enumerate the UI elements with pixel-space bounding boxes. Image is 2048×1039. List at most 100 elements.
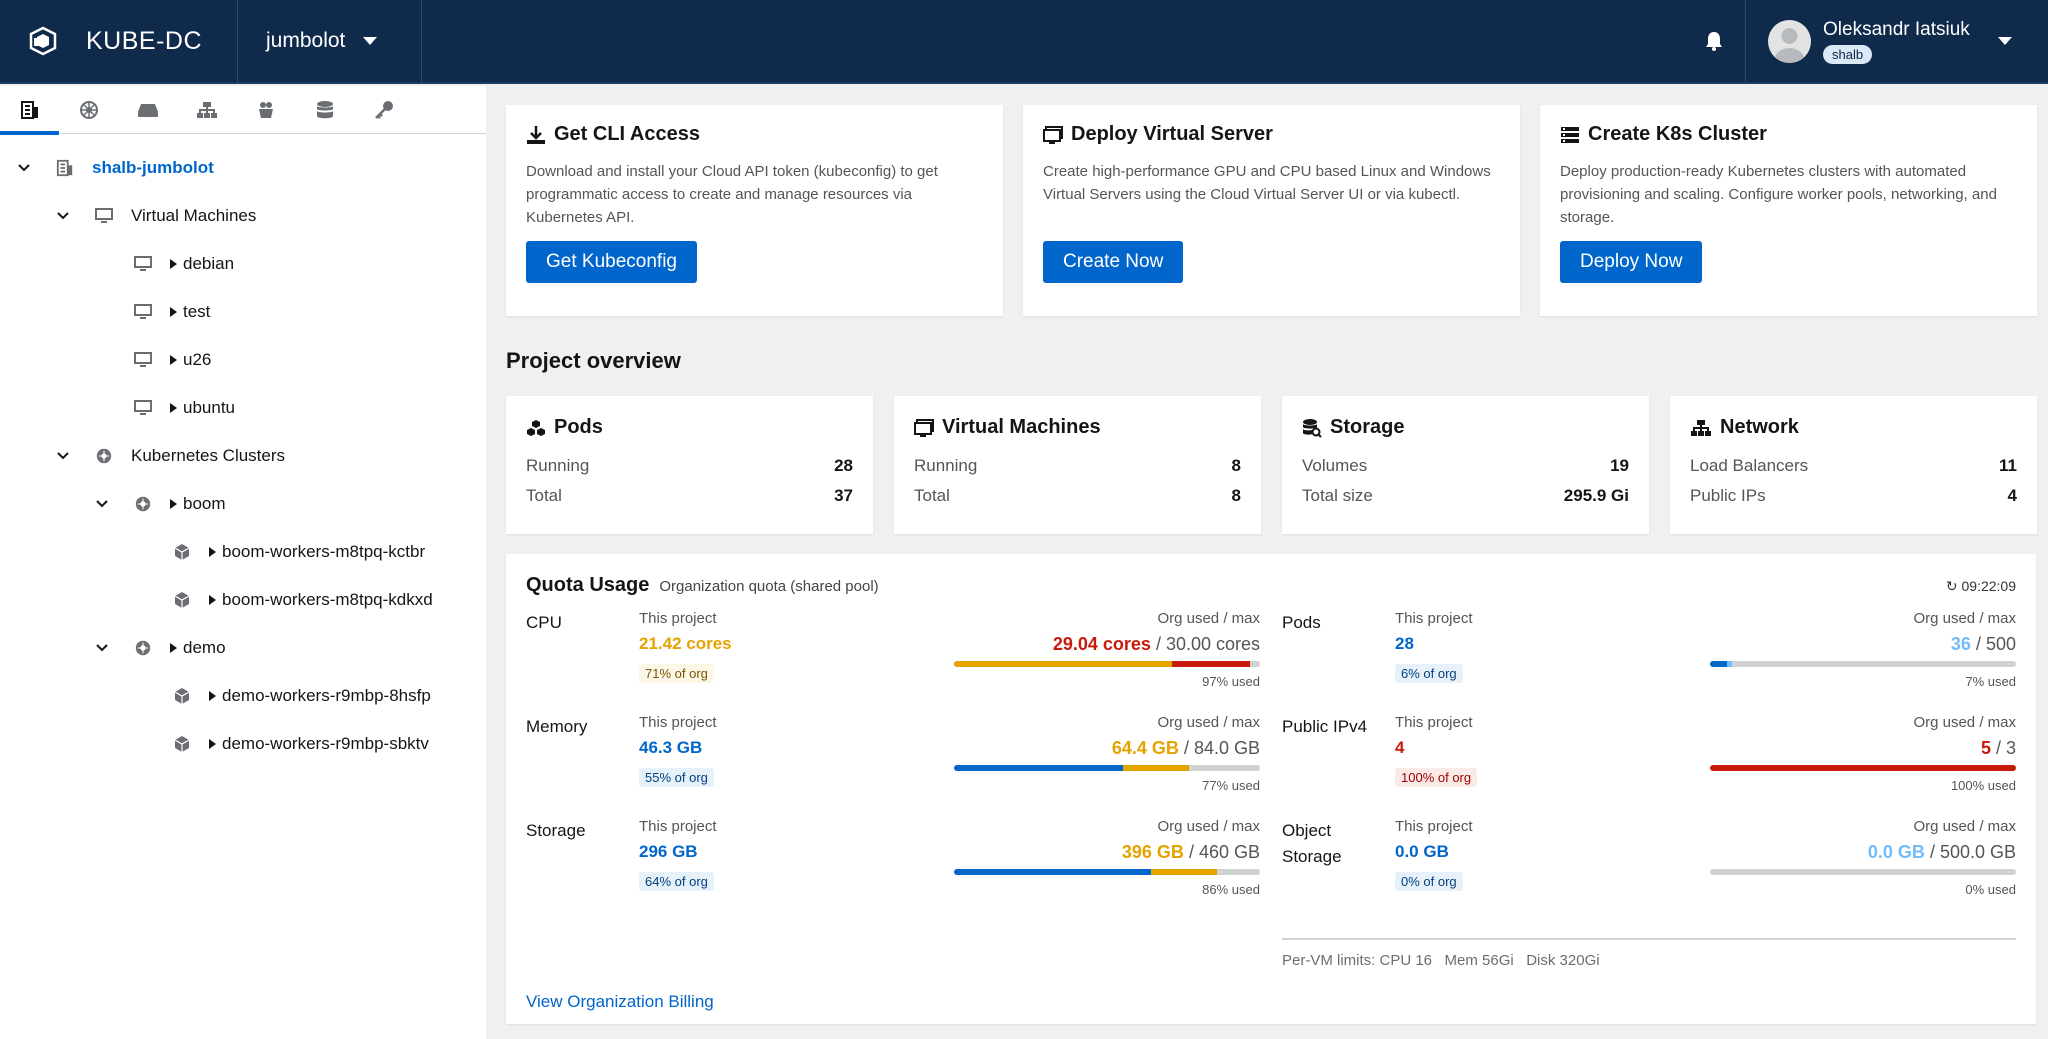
project-value: 21.42 cores [639,634,732,653]
containers-icon [258,102,273,118]
stat-row: Total 37 [526,481,853,511]
chevron-down-icon[interactable] [94,644,110,652]
view-billing-link[interactable]: View Organization Billing [526,992,714,1012]
tree-item-worker[interactable]: boom-workers-m8tpq-kctbr [171,528,425,576]
get-kubeconfig-button[interactable]: Get Kubeconfig [526,241,697,283]
stat-row: Public IPs 4 [1690,481,2017,511]
chevron-down-icon[interactable] [55,452,71,460]
tree-item-cluster[interactable]: demo [94,624,226,672]
tab-projects[interactable] [0,86,59,135]
project-label: This project [1395,818,1473,835]
kubernetes-icon [93,447,115,465]
stat-label: Load Balancers [1690,456,1809,475]
projects-icon [20,101,38,119]
kubernetes-icon [79,101,98,119]
monitor-icon [93,208,115,224]
caret-right-icon [209,547,216,557]
chevron-down-icon[interactable] [16,164,32,172]
tree-item-kubernetes-clusters[interactable]: Kubernetes Clusters [55,432,285,480]
tree-item-vm[interactable]: debian [132,240,234,288]
cube-icon [171,543,193,561]
tree-item-project[interactable]: shalb-jumbolot [16,144,214,192]
caret-down-icon [363,37,378,45]
main-content: Get CLI Access Download and install your… [486,86,2048,1039]
notifications-bell-icon[interactable] [1682,0,1746,83]
org-used-max: 396 GB / 460 GB [1122,842,1260,863]
tab-database[interactable] [295,86,354,134]
project-label: This project [1395,714,1473,731]
org-used-max: 29.04 cores / 30.00 cores [1053,634,1260,655]
stat-label: Public IPs [1690,486,1766,505]
stat-row: Total size 295.9 Gi [1302,481,1629,511]
tree-item-cluster[interactable]: boom [94,480,226,528]
tree-item-vm[interactable]: u26 [132,336,211,384]
tab-kubernetes[interactable] [59,86,118,134]
key-icon [374,101,393,119]
kubernetes-icon [132,639,154,657]
org-max-value: / 500 [1975,634,2016,654]
usage-bar [1710,765,2016,771]
stat-title: Virtual Machines [942,416,1101,438]
stat-title: Pods [554,416,603,438]
org-used-max: 36 / 500 [1951,634,2016,655]
tree-item-worker[interactable]: boom-workers-m8tpq-kdkxd [171,576,433,624]
tab-containers[interactable] [236,86,295,134]
stat-value: 8 [1231,456,1241,475]
tree-cluster-label: boom [183,494,226,513]
org-label: Org used / max [1913,610,2016,627]
tree-item-worker[interactable]: demo-workers-r9mbp-8hsfp [171,672,431,720]
cubes-icon [526,419,546,437]
sidebar: shalb-jumbolot Virtual Machines debian t… [0,86,486,1039]
network-icon [196,102,217,118]
usage-bar [1710,661,2016,667]
org-label: Org used / max [1913,714,2016,731]
user-menu[interactable]: Oleksandr Iatsiuk shalb [1746,0,2048,83]
tree-item-vm[interactable]: ubuntu [132,384,235,432]
usage-bar [954,661,1260,667]
tab-keys[interactable] [354,86,413,134]
org-share-badge: 0% of org [1395,872,1463,891]
tree-item-virtual-machines[interactable]: Virtual Machines [55,192,256,240]
quota-row: CPU This project 21.42 cores 71% of org Org … [526,610,1260,710]
deploy-now-button[interactable]: Deploy Now [1560,241,1703,283]
card-description: Download and install your Cloud API toke… [526,163,938,226]
stat-row: Load Balancers 11 [1690,451,2017,481]
project-label: This project [639,714,717,731]
usage-bar-org-segment [1727,661,1733,667]
caret-right-icon [170,259,177,269]
brand-name: KUBE-DC [86,0,238,83]
storage-stat-card: Storage Volumes 19 Total size 295.9 Gi [1282,396,1649,534]
card-title: Create K8s Cluster [1588,123,1767,145]
stat-label: Total [914,486,950,505]
create-now-button[interactable]: Create Now [1043,241,1184,283]
caret-right-icon [209,739,216,749]
stat-row: Running 28 [526,451,853,481]
refresh-timestamp[interactable]: ↻ 09:22:09 [1946,578,2016,595]
caret-right-icon [209,595,216,605]
org-max-value: / 3 [1995,738,2016,758]
quota-title: Quota Usage [526,574,650,596]
tab-servers[interactable] [118,86,177,134]
org-max-value: / 460 GB [1188,842,1260,862]
logo-icon[interactable] [0,0,86,83]
vms-stat-card: Virtual Machines Running 8 Total 8 [894,396,1261,534]
sidebar-tabs [0,86,486,135]
chevron-down-icon[interactable] [94,500,110,508]
quota-row: Pods This project 28 6% of org Org used / ma… [1282,610,2016,710]
caret-down-icon [1997,37,2012,45]
usage-bar-project-segment [1710,661,1728,667]
tab-network[interactable] [177,86,236,134]
org-badge: shalb [1823,44,1873,64]
caret-right-icon [209,691,216,701]
stat-label: Volumes [1302,456,1368,475]
stat-value: 37 [834,486,853,505]
card-title: Get CLI Access [554,123,700,145]
caret-right-icon [170,403,177,413]
cube-icon [171,591,193,609]
project-name: jumbolot [266,29,346,52]
tree-item-worker[interactable]: demo-workers-r9mbp-sbktv [171,720,429,768]
chevron-down-icon[interactable] [55,212,71,220]
tree-item-vm[interactable]: test [132,288,210,336]
project-selector[interactable]: jumbolot [238,0,422,83]
kubernetes-icon [132,495,154,513]
